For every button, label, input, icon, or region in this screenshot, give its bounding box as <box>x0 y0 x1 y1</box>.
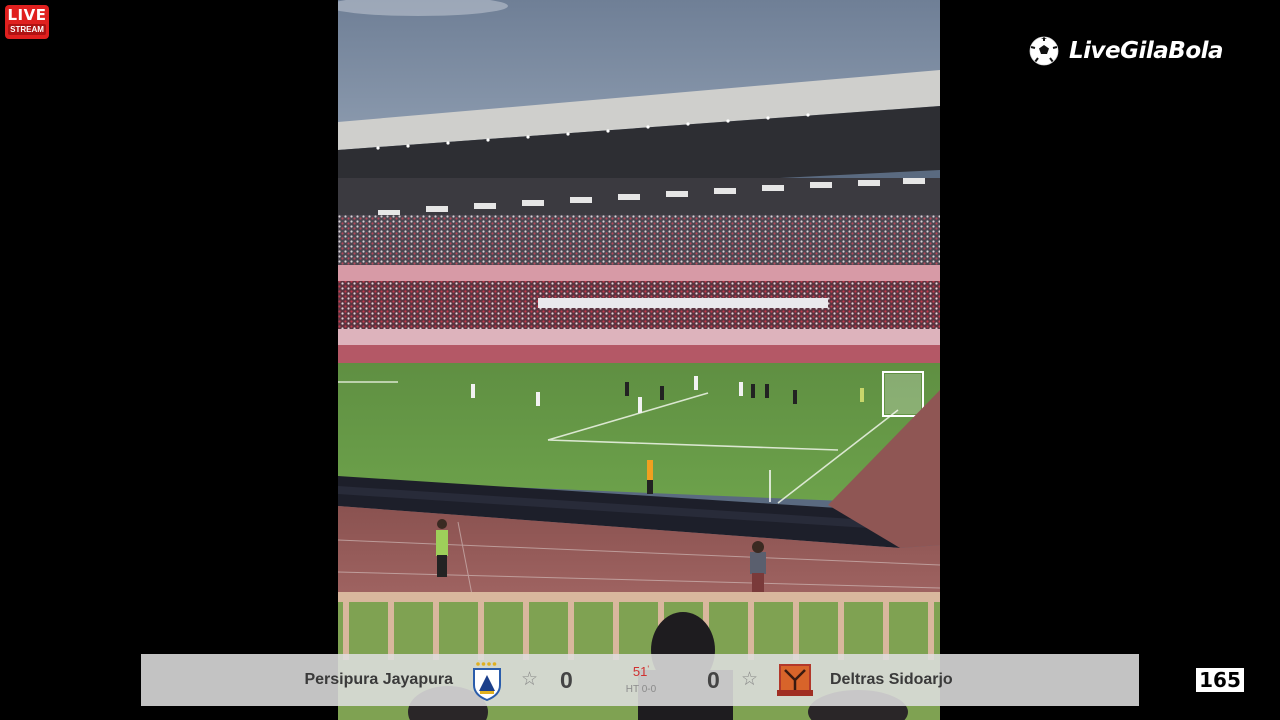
brand-name: LiveGilaBola <box>1069 38 1224 64</box>
match-minute: 51' <box>611 664 671 679</box>
stream-label: STREAM <box>8 24 46 35</box>
away-favorite-star-icon[interactable]: ☆ <box>741 654 758 706</box>
home-score: 0 <box>560 667 573 693</box>
brand-logo: LiveGilaBola <box>1029 34 1224 68</box>
home-team-crest-icon <box>473 662 501 701</box>
minute-value: 51 <box>632 664 648 679</box>
home-team-name: Persipura Jayapura <box>304 671 453 688</box>
home-favorite-star-icon[interactable]: ☆ <box>521 654 538 706</box>
soccer-ball-icon <box>1029 36 1059 66</box>
live-stream-badge: LIVE STREAM <box>5 5 49 39</box>
away-score: 0 <box>707 667 720 693</box>
stream-screen: LIVE STREAM LiveGilaBola Persipura Jayap… <box>0 0 1280 720</box>
scoreboard: Persipura Jayapura ☆ 0 51' HT 0-0 0 ☆ De… <box>141 654 1139 706</box>
minute-mark: ' <box>647 664 650 674</box>
viewer-count: 165 <box>1196 668 1244 692</box>
video-player[interactable] <box>338 0 940 720</box>
away-team-crest-icon <box>777 664 813 696</box>
away-team-name: Deltras Sidoarjo <box>830 671 953 688</box>
halftime-score: HT 0-0 <box>625 684 657 695</box>
live-label: LIVE <box>7 6 47 24</box>
stadium-scene <box>338 0 940 720</box>
